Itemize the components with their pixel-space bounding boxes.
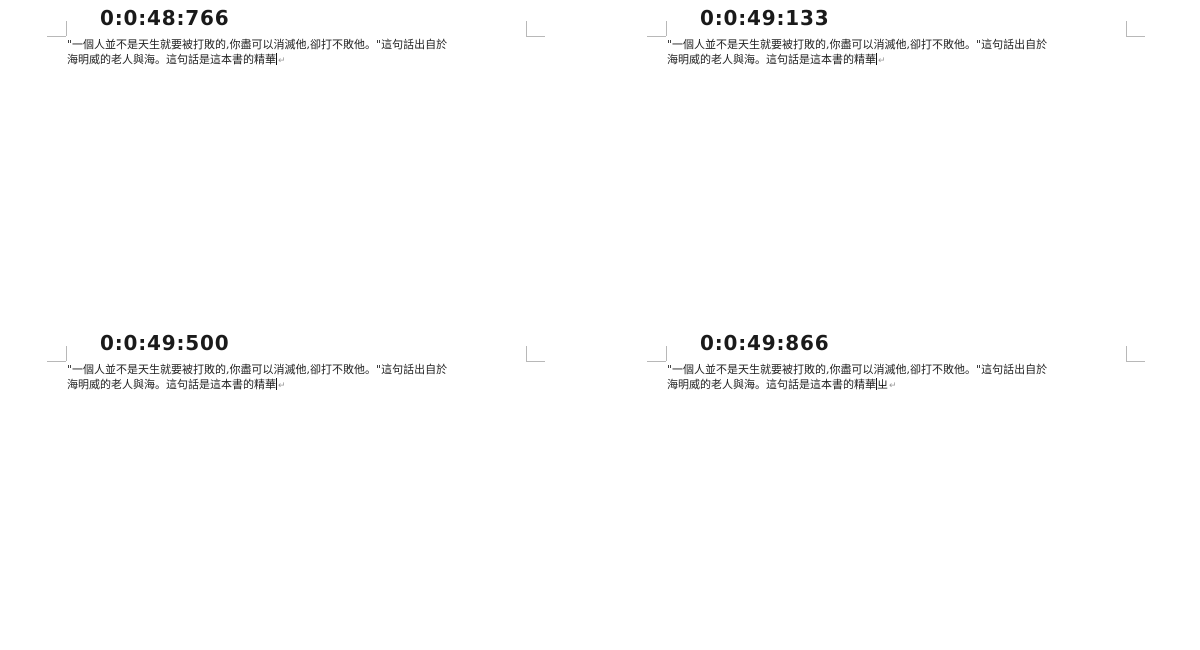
timestamp-label: 0:0:48:766	[100, 6, 230, 30]
page-corner-mark-right-horizontal	[1126, 36, 1145, 37]
text-caret	[276, 378, 277, 390]
page-corner-mark-left-horizontal	[647, 36, 666, 37]
timestamp-label: 0:0:49:866	[700, 331, 830, 355]
text-line-2: 海明威的老人與海。這句話是這本書的精華 ↵	[667, 52, 1127, 67]
page-corner-mark-left-horizontal	[647, 361, 666, 362]
page-corner-mark-left	[666, 21, 667, 36]
text-line-1: "一個人並不是天生就要被打敗的,你盡可以消滅他,卻打不敗他。"這句話出自於	[667, 38, 1048, 51]
text-line-2: 海明威的老人與海。這句話是這本書的精華 ↵	[67, 52, 527, 67]
timestamp-label: 0:0:49:500	[100, 331, 230, 355]
page-corner-mark-right-horizontal	[526, 361, 545, 362]
text-line-1: "一個人並不是天生就要被打敗的,你盡可以消滅他,卻打不敗他。"這句話出自於	[67, 38, 448, 51]
frame-4: 0:0:49:866 "一個人並不是天生就要被打敗的,你盡可以消滅他,卻打不敗他…	[600, 325, 1200, 650]
text-line-2: 海明威的老人與海。這句話是這本書的精華ㄓ↵	[667, 377, 1127, 392]
frame-3: 0:0:49:500 "一個人並不是天生就要被打敗的,你盡可以消滅他,卻打不敗他…	[0, 325, 600, 650]
paragraph-mark-icon: ↵	[278, 56, 286, 66]
page-corner-mark-left	[666, 346, 667, 361]
paragraph-mark-icon: ↵	[889, 381, 897, 391]
page-corner-mark-left-horizontal	[47, 36, 66, 37]
page-corner-mark-right-horizontal	[526, 36, 545, 37]
text-line-2: 海明威的老人與海。這句話是這本書的精華 ↵	[67, 377, 527, 392]
text-caret	[276, 53, 277, 65]
timestamp-label: 0:0:49:133	[700, 6, 830, 30]
paragraph-mark-icon: ↵	[278, 381, 286, 391]
text-line-2-content: 海明威的老人與海。這句話是這本書的精華	[67, 378, 276, 391]
page-corner-mark-left-horizontal	[47, 361, 66, 362]
document-body[interactable]: "一個人並不是天生就要被打敗的,你盡可以消滅他,卻打不敗他。"這句話出自於 海明…	[667, 37, 1127, 67]
ime-composition-char: ㄓ	[877, 378, 888, 391]
text-caret	[876, 53, 877, 65]
text-line-2-content: 海明威的老人與海。這句話是這本書的精華	[667, 53, 876, 66]
document-body[interactable]: "一個人並不是天生就要被打敗的,你盡可以消滅他,卻打不敗他。"這句話出自於 海明…	[67, 362, 527, 392]
document-body[interactable]: "一個人並不是天生就要被打敗的,你盡可以消滅他,卻打不敗他。"這句話出自於 海明…	[667, 362, 1127, 392]
page-corner-mark-left	[66, 346, 67, 361]
screenshot-grid: 0:0:48:766 "一個人並不是天生就要被打敗的,你盡可以消滅他,卻打不敗他…	[0, 0, 1200, 650]
page-corner-mark-right	[526, 346, 527, 361]
page-corner-mark-right-horizontal	[1126, 361, 1145, 362]
text-line-2-content: 海明威的老人與海。這句話是這本書的精華	[67, 53, 276, 66]
text-line-1: "一個人並不是天生就要被打敗的,你盡可以消滅他,卻打不敗他。"這句話出自於	[667, 363, 1048, 376]
text-line-1: "一個人並不是天生就要被打敗的,你盡可以消滅他,卻打不敗他。"這句話出自於	[67, 363, 448, 376]
frame-2: 0:0:49:133 "一個人並不是天生就要被打敗的,你盡可以消滅他,卻打不敗他…	[600, 0, 1200, 325]
page-corner-mark-right	[526, 21, 527, 36]
page-corner-mark-right	[1126, 21, 1127, 36]
text-line-2-content: 海明威的老人與海。這句話是這本書的精華	[667, 378, 876, 391]
page-corner-mark-left	[66, 21, 67, 36]
paragraph-mark-icon: ↵	[878, 56, 886, 66]
frame-1: 0:0:48:766 "一個人並不是天生就要被打敗的,你盡可以消滅他,卻打不敗他…	[0, 0, 600, 325]
page-corner-mark-right	[1126, 346, 1127, 361]
document-body[interactable]: "一個人並不是天生就要被打敗的,你盡可以消滅他,卻打不敗他。"這句話出自於 海明…	[67, 37, 527, 67]
